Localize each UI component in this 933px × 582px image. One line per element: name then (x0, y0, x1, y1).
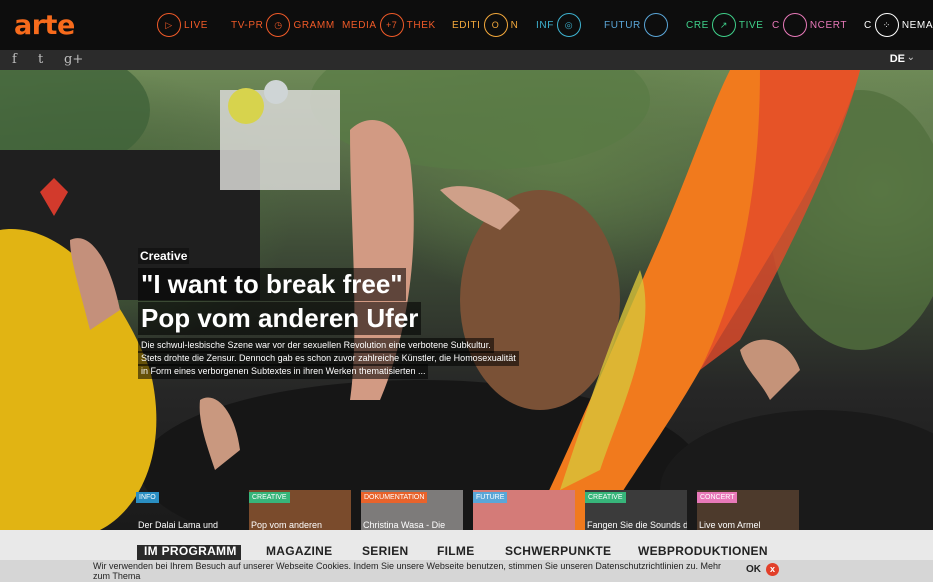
teaser-tag: INFO (136, 492, 159, 503)
nav-item-label-post: N (510, 19, 519, 31)
nav-item-label-pre: MEDIA (342, 19, 377, 31)
teaser-card[interactable]: INFO Der Dalai Lama und (136, 490, 238, 530)
nav-item-label-post: THEK (406, 19, 436, 31)
hero-title-line2[interactable]: Pop vom anderen Ufer (138, 302, 422, 335)
chevron-down-icon[interactable]: ⌄ (907, 52, 915, 63)
teaser-tag: DOKUMENTATION (361, 492, 428, 503)
section-nav: IM PROGRAMM MAGAZINE SERIEN FILME SCHWER… (0, 530, 933, 565)
nav-item-0[interactable]: ▷ LIVE (157, 12, 208, 38)
nav-item-8[interactable]: C ⁘ NEMA (864, 12, 933, 38)
teaser-tag: CREATIVE (249, 492, 290, 503)
nav-item-2[interactable]: MEDIA +7 THEK (342, 12, 436, 38)
nav-item-label-post: GRAMM (293, 19, 335, 31)
hero-title-line1[interactable]: "I want to break free" (138, 268, 406, 301)
nav-item-5[interactable]: FUTUR (604, 12, 668, 38)
teaser-card[interactable]: CREATIVE Pop vom anderen (249, 490, 351, 530)
nav-item-label-pre: INF (536, 19, 554, 31)
circle-icon (643, 13, 668, 37)
nav-item-label-pre: FUTUR (604, 19, 641, 31)
arte-logo[interactable]: arte (14, 10, 75, 41)
nav-item-label-pre: CRE (686, 19, 709, 31)
teaser-tag: CONCERT (697, 492, 738, 503)
dots-icon: ⁘ (874, 13, 899, 37)
cookie-text: Wir verwenden bei Ihrem Besuch auf unser… (93, 561, 721, 581)
section-nav-item-magazine[interactable]: MAGAZINE (266, 544, 332, 558)
teaser-card[interactable]: CONCERT Live vom Armel (697, 490, 799, 530)
hero-description-line3: in Form eines verborgenen Subtextes in i… (138, 364, 429, 379)
cookie-ok-button[interactable]: OK (746, 564, 761, 575)
googleplus-icon[interactable]: g+ (64, 52, 83, 67)
nav-item-label-post: TIVE (738, 19, 764, 31)
teaser-title: Christina Wasa - Die (363, 520, 446, 530)
nav-item-7[interactable]: C NCERT (772, 12, 847, 38)
twitter-icon[interactable]: t (38, 52, 43, 67)
section-nav-item-schwerpunkte[interactable]: SCHWERPUNKTE (505, 544, 611, 558)
circle-icon: O (483, 13, 508, 37)
section-nav-item-serien[interactable]: SERIEN (362, 544, 408, 558)
nav-item-3[interactable]: EDITI O N (452, 12, 518, 38)
nav-item-label-pre: EDITI (452, 19, 481, 31)
teaser-title: Live vom Armel (699, 520, 761, 530)
teaser-title: Der Dalai Lama und (138, 520, 219, 530)
cookie-banner: Wir verwenden bei Ihrem Besuch auf unser… (0, 560, 933, 582)
circle-icon (782, 13, 807, 37)
section-nav-item-im-programm[interactable]: IM PROGRAMM (144, 544, 237, 558)
teaser-card[interactable]: FUTURE (473, 490, 575, 530)
facebook-icon[interactable]: f (12, 52, 17, 67)
hero-category[interactable]: Creative (138, 248, 190, 264)
plus7-icon: +7 (379, 13, 404, 37)
close-icon[interactable]: x (766, 563, 779, 576)
teaser-card[interactable]: CREATIVE Fangen Sie die Sounds des Alltag… (585, 490, 687, 530)
clock-icon: ◷ (266, 13, 291, 37)
arrow-icon: ↗ (711, 13, 736, 37)
teaser-title: Fangen Sie die Sounds des Alltags (587, 520, 687, 530)
hero-banner[interactable]: Creative "I want to break free" Pop vom … (0, 70, 933, 530)
section-nav-item-webproduktionen[interactable]: WEBPRODUKTIONEN (638, 544, 768, 558)
teaser-tag: FUTURE (473, 492, 508, 503)
nav-item-1[interactable]: TV-PR ◷ GRAMM (231, 12, 335, 38)
page: arte ▷ LIVE TV-PR ◷ GRAMM MEDIA +7 THEK EDITI O N I… (0, 0, 933, 582)
section-nav-item-filme[interactable]: FILME (437, 544, 475, 558)
nav-item-4[interactable]: INF ◎ (536, 12, 581, 38)
nav-item-label-post: NEMA (901, 19, 933, 31)
nav-item-label-pre: C (864, 19, 872, 31)
teaser-tag: CREATIVE (585, 492, 626, 503)
nav-item-label-post: NCERT (809, 19, 848, 31)
social-bar: f t g+ DE ⌄ (0, 50, 933, 70)
play-icon: ▷ (157, 13, 181, 37)
top-nav: arte ▷ LIVE TV-PR ◷ GRAMM MEDIA +7 THEK EDITI O N I… (0, 0, 933, 50)
language-selector[interactable]: DE (890, 53, 905, 65)
nav-item-6[interactable]: CRE ↗ TIVE (686, 12, 764, 38)
nav-item-label-post: LIVE (184, 19, 209, 31)
nav-item-label-pre: C (772, 19, 780, 31)
target-icon: ◎ (556, 13, 581, 37)
nav-item-label-pre: TV-PR (231, 19, 264, 31)
teaser-title: Pop vom anderen (251, 520, 323, 530)
teaser-card[interactable]: DOKUMENTATION Christina Wasa - Die (361, 490, 463, 530)
